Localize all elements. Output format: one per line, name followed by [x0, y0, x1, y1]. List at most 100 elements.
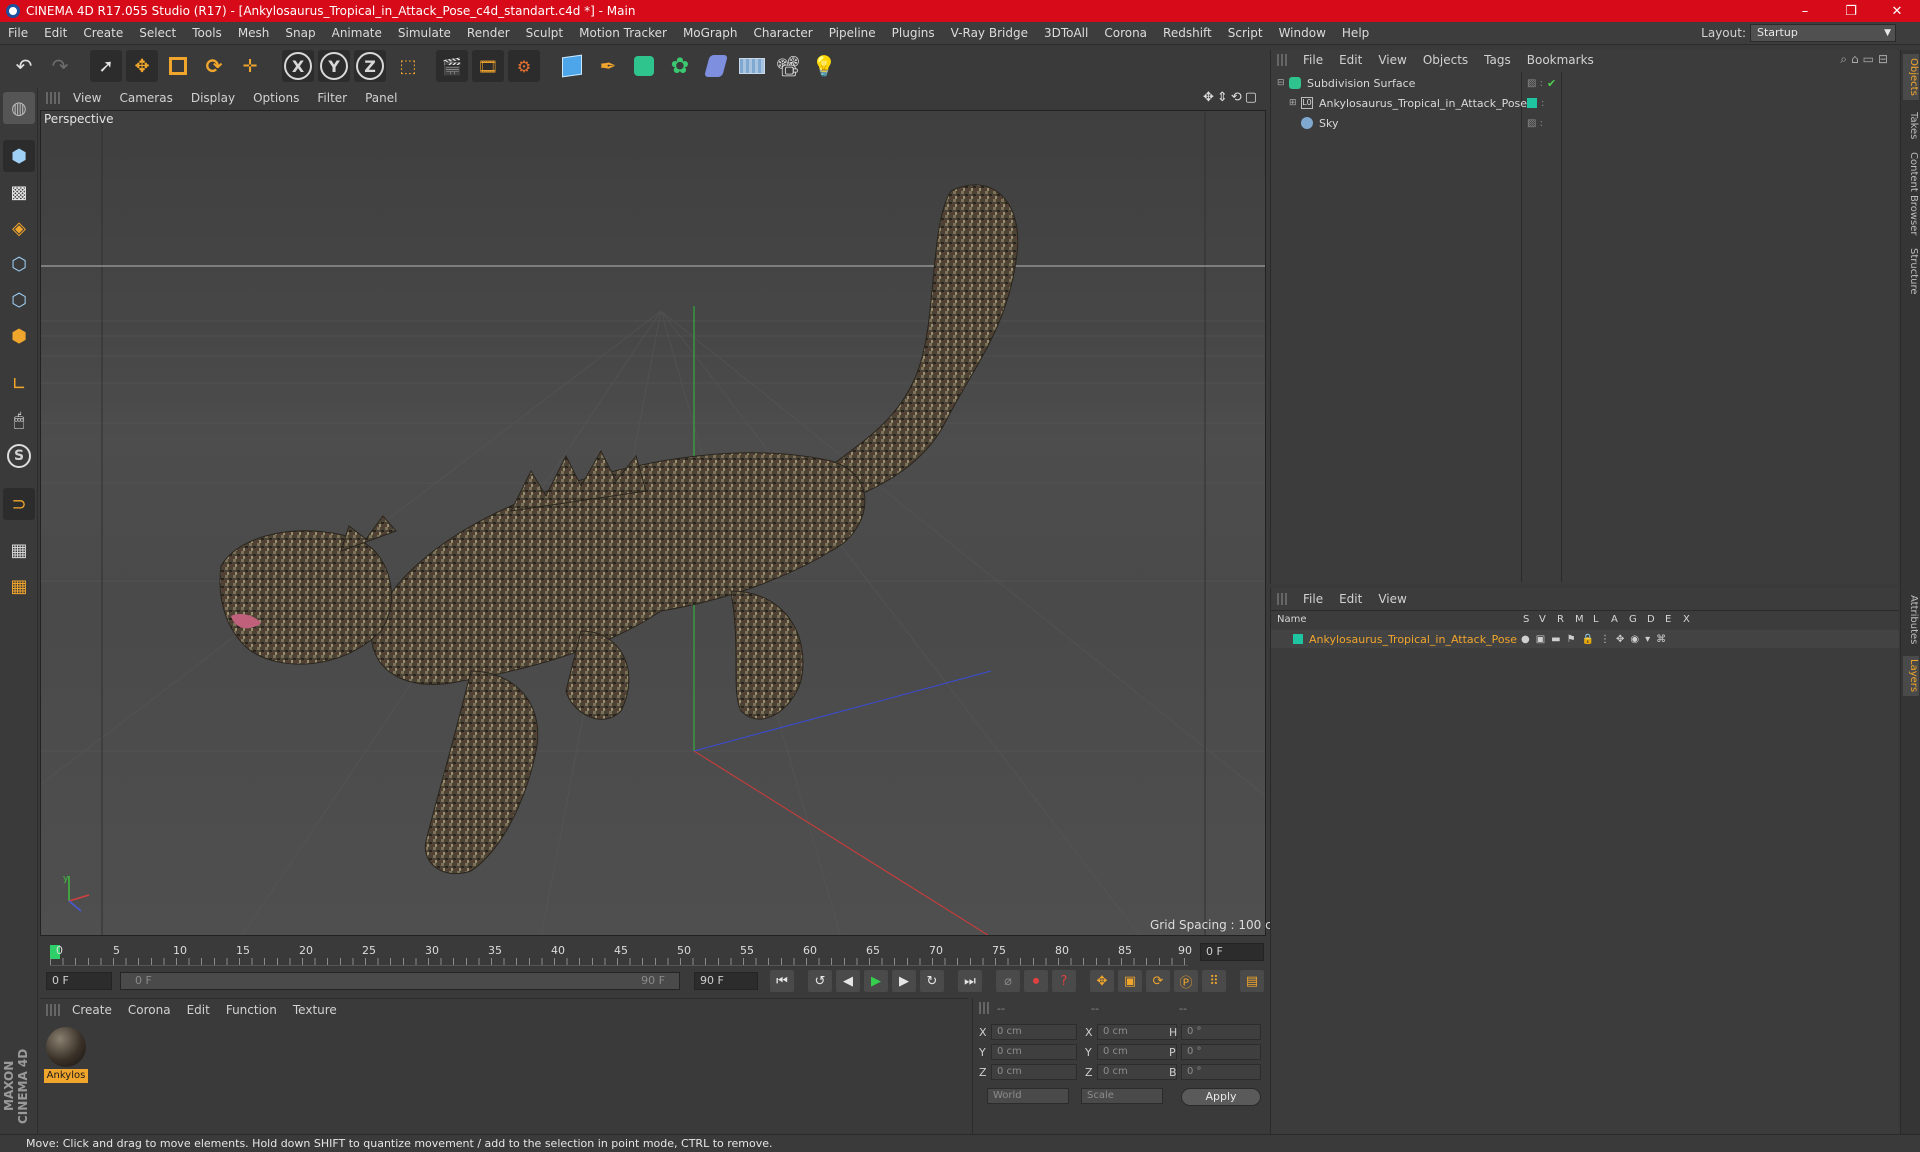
menu-character[interactable]: Character [745, 26, 820, 40]
collapse-icon[interactable]: ⊟ [1277, 78, 1287, 88]
last-tool-icon[interactable]: ✛ [234, 50, 266, 82]
material-menu-edit[interactable]: Edit [179, 1003, 218, 1017]
menu-simulate[interactable]: Simulate [390, 26, 459, 40]
next-frame-icon[interactable]: ▶ [892, 970, 916, 992]
column-header-locked[interactable]: L [1593, 614, 1599, 625]
material-swatch[interactable]: Ankylos [44, 1025, 88, 1083]
lm-menu-file[interactable]: File [1295, 592, 1331, 606]
key-position-icon[interactable]: ✥ [1090, 970, 1114, 992]
tab-layers[interactable]: Layers [1903, 656, 1919, 696]
points-mode-icon[interactable]: ⬡ [3, 248, 35, 280]
menu-snap[interactable]: Snap [277, 26, 323, 40]
pos-y-field[interactable]: 0 cm [991, 1044, 1077, 1060]
viewport-navigation-icon[interactable]: ✥⇕⟲▢ [1203, 90, 1260, 105]
solo-icon[interactable]: S [3, 440, 35, 472]
start-frame-field[interactable]: 0 F [46, 972, 112, 990]
menu-help[interactable]: Help [1334, 26, 1377, 40]
key-rotation-icon[interactable]: ⟳ [1146, 970, 1170, 992]
viewport-menu-options[interactable]: Options [244, 91, 308, 105]
tab-attributes[interactable]: Attributes [1903, 590, 1919, 650]
object-name[interactable]: Sky [1319, 117, 1338, 130]
go-to-start-icon[interactable]: ⏮ [770, 970, 794, 992]
column-header-name[interactable]: Name [1277, 614, 1307, 625]
column-header-render[interactable]: R [1557, 614, 1564, 625]
z-axis-icon[interactable]: Z [354, 50, 386, 82]
layer-toggle-icons[interactable]: ●▣▬⚑🔒⋮✥◉▾⌘ [1521, 634, 1672, 645]
render-view-icon[interactable]: 🎬 [436, 50, 468, 82]
lm-menu-view[interactable]: View [1370, 592, 1414, 606]
auto-keying-icon[interactable]: ⏺ [1024, 970, 1048, 992]
next-key-icon[interactable]: ↻ [920, 970, 944, 992]
material-menu-corona[interactable]: Corona [120, 1003, 179, 1017]
enabled-check-icon[interactable]: ✔ [1547, 77, 1556, 90]
menu-motion-tracker[interactable]: Motion Tracker [571, 26, 675, 40]
x-axis-icon[interactable]: X [282, 50, 314, 82]
snap-icon[interactable]: ⊃ [3, 488, 35, 520]
deformer-icon[interactable] [700, 50, 732, 82]
tab-takes[interactable]: Takes [1903, 106, 1919, 146]
column-header-animation[interactable]: A [1611, 614, 1618, 625]
tab-structure[interactable]: Structure [1903, 244, 1919, 298]
end-frame-field[interactable]: 90 F [694, 972, 758, 990]
enable-axis-icon[interactable]: ∟ [3, 368, 35, 400]
undo-icon[interactable]: ↶ [8, 50, 40, 82]
size-x-field[interactable]: 0 cm [1097, 1024, 1177, 1040]
previous-frame-icon[interactable]: ◀ [836, 970, 860, 992]
menu-window[interactable]: Window [1271, 26, 1334, 40]
om-menu-tags[interactable]: Tags [1476, 53, 1519, 67]
column-header-view[interactable]: V [1539, 614, 1546, 625]
material-menu-function[interactable]: Function [218, 1003, 285, 1017]
column-header-deformers[interactable]: D [1647, 614, 1655, 625]
layer-color-swatch[interactable] [1293, 634, 1303, 644]
menu-vray-bridge[interactable]: V-Ray Bridge [943, 26, 1036, 40]
object-name[interactable]: Subdivision Surface [1307, 77, 1415, 90]
menu-mesh[interactable]: Mesh [230, 26, 278, 40]
om-menu-view[interactable]: View [1370, 53, 1414, 67]
cube-icon[interactable] [556, 50, 588, 82]
floor-icon[interactable] [736, 50, 768, 82]
current-frame-field[interactable]: 0 F [1200, 943, 1264, 961]
pen-spline-icon[interactable]: ✒ [592, 50, 624, 82]
viewport-menu-view[interactable]: View [64, 91, 110, 105]
menu-create[interactable]: Create [75, 26, 131, 40]
timeline-ruler[interactable]: 0 5 10 15 20 25 30 35 40 45 50 55 60 65 … [50, 942, 1192, 966]
live-selection-icon[interactable]: ➚ [90, 50, 122, 82]
redo-icon[interactable]: ↷ [44, 50, 76, 82]
texture-mode-icon[interactable]: ▩ [3, 176, 35, 208]
object-name[interactable]: Ankylosaurus_Tropical_in_Attack_Pose [1319, 97, 1527, 110]
layer-row[interactable]: Ankylosaurus_Tropical_in_Attack_Pose ●▣▬… [1271, 630, 1899, 648]
size-y-field[interactable]: 0 cm [1097, 1044, 1177, 1060]
timeline-window-icon[interactable]: ▤ [1240, 970, 1264, 992]
material-menu-texture[interactable]: Texture [285, 1003, 345, 1017]
menu-mograph[interactable]: MoGraph [675, 26, 746, 40]
column-header-solo[interactable]: S [1523, 614, 1529, 625]
lm-menu-edit[interactable]: Edit [1331, 592, 1370, 606]
3d-viewport[interactable]: y [40, 110, 1266, 936]
tab-objects[interactable]: Objects [1903, 54, 1919, 100]
menu-3dtoall[interactable]: 3DToAll [1036, 26, 1096, 40]
viewport-menu-filter[interactable]: Filter [308, 91, 356, 105]
rot-h-field[interactable]: 0 ° [1181, 1024, 1261, 1040]
move-icon[interactable]: ✥ [126, 50, 158, 82]
pos-x-field[interactable]: 0 cm [991, 1024, 1077, 1040]
object-row[interactable]: ⊞ L0 Ankylosaurus_Tropical_in_Attack_Pos… [1271, 94, 1899, 112]
expand-icon[interactable]: ⊞ [1289, 98, 1299, 108]
subdivision-icon[interactable] [628, 50, 660, 82]
previous-key-icon[interactable]: ↺ [808, 970, 832, 992]
model-mode-icon[interactable]: ⬢ [3, 140, 35, 172]
size-mode-select[interactable]: Scale [1081, 1088, 1163, 1104]
tab-content-browser[interactable]: Content Browser [1903, 150, 1919, 238]
polygons-mode-icon[interactable]: ⬢ [3, 320, 35, 352]
minimize-button[interactable]: – [1782, 0, 1828, 22]
pos-z-field[interactable]: 0 cm [991, 1064, 1077, 1080]
om-menu-edit[interactable]: Edit [1331, 53, 1370, 67]
scale-icon[interactable] [162, 50, 194, 82]
om-menu-bookmarks[interactable]: Bookmarks [1519, 53, 1602, 67]
menu-render[interactable]: Render [459, 26, 518, 40]
go-to-end-icon[interactable]: ⏭ [958, 970, 982, 992]
object-row[interactable]: ⊟ Subdivision Surface ▨ : ✔ [1271, 74, 1899, 92]
edges-mode-icon[interactable]: ⬡ [3, 284, 35, 316]
range-slider[interactable]: 0 F 90 F [120, 972, 680, 990]
coordinate-mode-select[interactable]: World [987, 1088, 1069, 1104]
menu-script[interactable]: Script [1220, 26, 1271, 40]
